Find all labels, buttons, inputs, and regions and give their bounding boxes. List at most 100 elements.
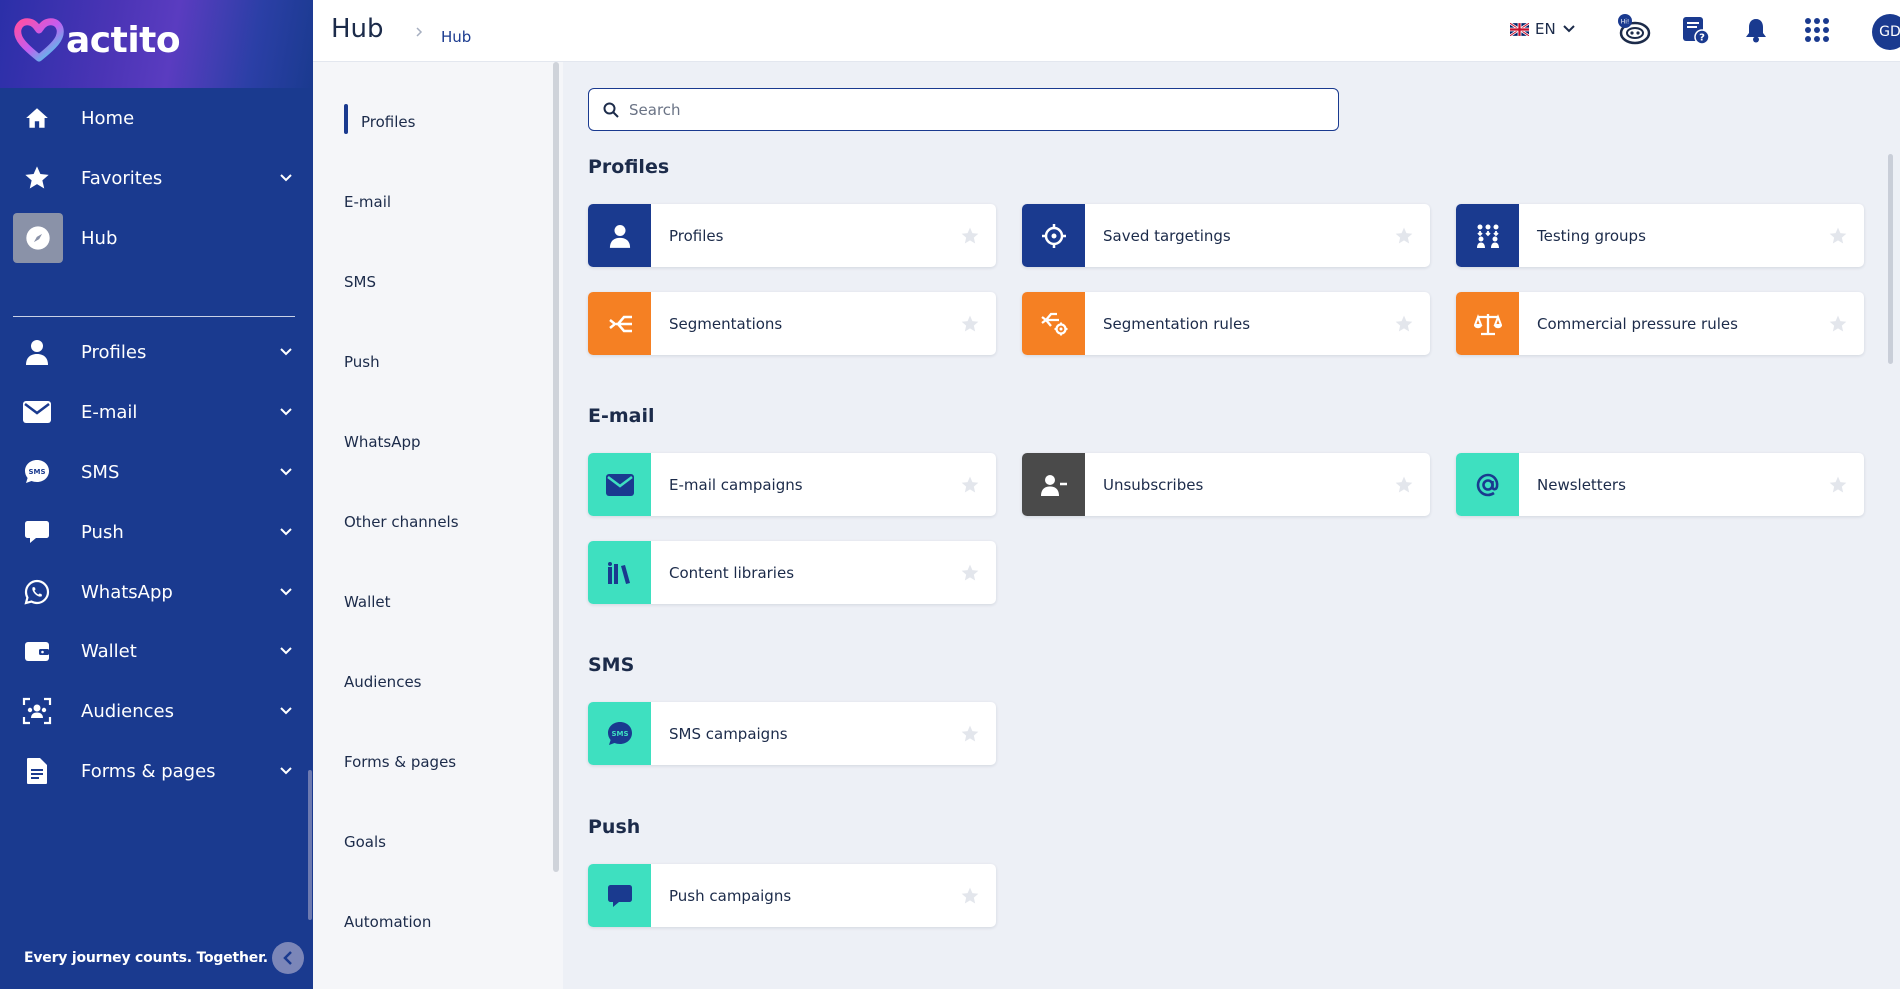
content-scrollbar[interactable] bbox=[1888, 154, 1893, 364]
subnav-item-goals[interactable]: Goals bbox=[344, 833, 386, 851]
chevron-down-icon[interactable] bbox=[276, 342, 296, 362]
subnav-item-email[interactable]: E-mail bbox=[344, 193, 391, 211]
sidebar-item-label: Audiences bbox=[81, 700, 174, 722]
chevron-down-icon[interactable] bbox=[276, 761, 296, 781]
subnav-item-sms[interactable]: SMS bbox=[344, 273, 376, 291]
section-title-sms: SMS bbox=[588, 654, 635, 676]
favorite-star-icon[interactable] bbox=[956, 222, 984, 250]
person-minus-icon bbox=[1022, 453, 1085, 516]
chevron-down-icon[interactable] bbox=[276, 168, 296, 188]
subnav-item-whatsapp[interactable]: WhatsApp bbox=[344, 433, 421, 451]
favorite-star-icon[interactable] bbox=[1824, 310, 1852, 338]
sidebar-item-profiles[interactable]: Profiles bbox=[0, 322, 313, 382]
chat-bubble-icon bbox=[588, 864, 651, 927]
sidebar-item-email[interactable]: E-mail bbox=[0, 382, 313, 442]
chevron-down-icon[interactable] bbox=[276, 701, 296, 721]
subnav-item-forms-pages[interactable]: Forms & pages bbox=[344, 753, 456, 771]
subnav-item-wallet[interactable]: Wallet bbox=[344, 593, 391, 611]
search-icon bbox=[603, 102, 619, 118]
sidebar-item-forms-pages[interactable]: Forms & pages bbox=[0, 741, 313, 801]
sidebar-item-hub[interactable]: Hub bbox=[0, 208, 313, 268]
subnav-item-automation[interactable]: Automation bbox=[344, 913, 431, 931]
card-newsletters[interactable]: Newsletters bbox=[1456, 453, 1864, 516]
sms-bubble-icon: SMS bbox=[22, 457, 52, 487]
card-push-campaigns[interactable]: Push campaigns bbox=[588, 864, 996, 927]
sidebar-item-label: Forms & pages bbox=[81, 760, 216, 782]
sms-bubble-icon: SMS bbox=[588, 702, 651, 765]
subnav-item-push[interactable]: Push bbox=[344, 353, 380, 371]
favorite-star-icon[interactable] bbox=[1390, 222, 1418, 250]
help-center-button[interactable]: ? bbox=[1677, 12, 1713, 48]
sidebar-item-sms[interactable]: SMS SMS bbox=[0, 442, 313, 502]
sidebar-item-audiences[interactable]: Audiences bbox=[0, 681, 313, 741]
card-label: Saved targetings bbox=[1103, 226, 1231, 245]
favorite-star-icon[interactable] bbox=[1824, 471, 1852, 499]
sidebar-item-home[interactable]: Home bbox=[0, 88, 313, 148]
chevron-down-icon[interactable] bbox=[276, 641, 296, 661]
card-label: Commercial pressure rules bbox=[1537, 314, 1738, 333]
card-segmentations[interactable]: Segmentations bbox=[588, 292, 996, 355]
active-indicator bbox=[344, 104, 348, 134]
card-segmentation-rules[interactable]: Segmentation rules bbox=[1022, 292, 1430, 355]
at-sign-icon bbox=[1456, 453, 1519, 516]
whatsapp-icon bbox=[22, 577, 52, 607]
language-selector[interactable]: EN bbox=[1510, 20, 1576, 38]
target-icon bbox=[1022, 204, 1085, 267]
card-email-campaigns[interactable]: E-mail campaigns bbox=[588, 453, 996, 516]
section-title-profiles: Profiles bbox=[588, 156, 670, 178]
chevron-down-icon[interactable] bbox=[276, 522, 296, 542]
notifications-button[interactable] bbox=[1738, 12, 1774, 48]
subnav-scrollbar[interactable] bbox=[553, 62, 559, 872]
card-sms-campaigns[interactable]: SMS SMS campaigns bbox=[588, 702, 996, 765]
chevron-down-icon[interactable] bbox=[276, 402, 296, 422]
wallet-icon bbox=[22, 636, 52, 666]
assistant-button[interactable]: Hi! bbox=[1616, 12, 1652, 48]
sidebar-item-whatsapp[interactable]: WhatsApp bbox=[0, 562, 313, 622]
sidebar-scrollbar[interactable] bbox=[308, 770, 312, 920]
svg-text:?: ? bbox=[1699, 33, 1705, 44]
favorite-star-icon[interactable] bbox=[956, 720, 984, 748]
star-icon bbox=[22, 163, 52, 193]
chevron-down-icon[interactable] bbox=[276, 462, 296, 482]
library-books-icon bbox=[588, 541, 651, 604]
card-label: E-mail campaigns bbox=[669, 475, 803, 494]
sidebar-item-favorites[interactable]: Favorites bbox=[0, 148, 313, 208]
section-title-email: E-mail bbox=[588, 405, 655, 427]
subnav-item-audiences[interactable]: Audiences bbox=[344, 673, 421, 691]
hub-content: Profiles Profiles Saved targetings Testi… bbox=[563, 62, 1900, 989]
favorite-star-icon[interactable] bbox=[1390, 310, 1418, 338]
search-input[interactable] bbox=[629, 100, 1309, 119]
card-profiles[interactable]: Profiles bbox=[588, 204, 996, 267]
card-commercial-pressure-rules[interactable]: Commercial pressure rules bbox=[1456, 292, 1864, 355]
favorite-star-icon[interactable] bbox=[956, 310, 984, 338]
card-saved-targetings[interactable]: Saved targetings bbox=[1022, 204, 1430, 267]
sidebar-item-push[interactable]: Push bbox=[0, 502, 313, 562]
favorite-star-icon[interactable] bbox=[1390, 471, 1418, 499]
card-testing-groups[interactable]: Testing groups bbox=[1456, 204, 1864, 267]
favorite-star-icon[interactable] bbox=[1824, 222, 1852, 250]
apps-grid-button[interactable] bbox=[1799, 12, 1835, 48]
subnav-item-other-channels[interactable]: Other channels bbox=[344, 513, 459, 531]
sidebar-item-label: Push bbox=[81, 521, 124, 543]
user-avatar[interactable]: GD bbox=[1872, 14, 1900, 50]
favorite-star-icon[interactable] bbox=[956, 471, 984, 499]
chat-bubble-icon bbox=[22, 517, 52, 547]
card-unsubscribes[interactable]: Unsubscribes bbox=[1022, 453, 1430, 516]
sidebar-item-wallet[interactable]: Wallet bbox=[0, 621, 313, 681]
collapse-sidebar-button[interactable] bbox=[272, 942, 304, 974]
envelope-icon bbox=[22, 397, 52, 427]
hub-section-nav: Profiles E-mail SMS Push WhatsApp Other … bbox=[313, 62, 563, 989]
chevron-down-icon[interactable] bbox=[276, 582, 296, 602]
audience-icon bbox=[22, 696, 52, 726]
section-title-push: Push bbox=[588, 816, 641, 838]
search-box bbox=[588, 88, 1339, 131]
card-label: Unsubscribes bbox=[1103, 475, 1204, 494]
favorite-star-icon[interactable] bbox=[956, 882, 984, 910]
card-label: Newsletters bbox=[1537, 475, 1626, 494]
subnav-item-profiles[interactable]: Profiles bbox=[361, 113, 415, 131]
actito-logo[interactable]: actito bbox=[14, 18, 181, 62]
favorite-star-icon[interactable] bbox=[956, 559, 984, 587]
sidebar-item-label: WhatsApp bbox=[81, 581, 173, 603]
breadcrumb[interactable]: Hub bbox=[441, 28, 471, 46]
card-content-libraries[interactable]: Content libraries bbox=[588, 541, 996, 604]
